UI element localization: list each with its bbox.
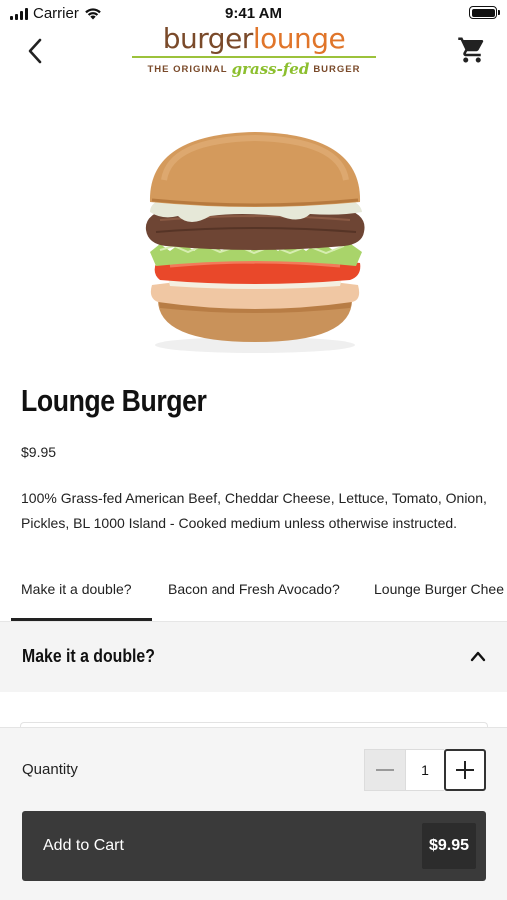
back-button[interactable] [20,34,50,68]
order-bar: Quantity 1 Add to Cart $9.95 [0,727,507,900]
logo-word-lounge: lounge [252,22,346,55]
battery-icon [469,6,500,19]
add-to-cart-button[interactable]: Add to Cart $9.95 [22,811,486,881]
product-description: 100% Grass-fed American Beef, Cheddar Ch… [21,490,487,531]
logo-tagline-accent: grass-fed [231,60,310,78]
tab-bacon-and-avocado[interactable]: Bacon and Fresh Avocado? [168,568,340,622]
logo-tagline-end: BURGER [313,63,361,75]
logo-tagline-start: THE ORIGINAL [147,63,228,75]
section-title: Make it a double? [22,646,155,666]
chevron-up-icon [470,651,486,662]
chevron-left-icon [28,38,42,64]
add-to-cart-label: Add to Cart [43,837,124,854]
logo-word-burger: burger [162,22,254,55]
product-image [145,132,365,353]
option-tabs: Make it a double? Bacon and Fresh Avocad… [0,568,507,622]
add-to-cart-price: $9.95 [422,823,476,869]
logo-wordmark: burgerlounge [132,24,376,54]
status-time: 9:41 AM [225,5,282,22]
brand-logo: burgerlounge THE ORIGINAL grass-fed BURG… [132,24,376,78]
plus-icon [456,761,474,779]
increase-quantity-button[interactable] [444,749,486,791]
cart-icon [458,37,484,63]
cart-button[interactable] [457,35,489,67]
decrease-quantity-button[interactable] [364,749,406,791]
logo-tagline: THE ORIGINAL grass-fed BURGER [132,56,376,78]
quantity-label: Quantity [22,761,78,778]
tab-make-it-a-double[interactable]: Make it a double? [11,568,151,622]
quantity-value: 1 [406,749,444,791]
section-header-make-it-a-double[interactable]: Make it a double? [0,622,507,692]
minus-icon [376,769,394,771]
tab-lounge-burger-cheese[interactable]: Lounge Burger Chee [374,568,504,622]
product-price: $9.95 [21,444,57,460]
product-title: Lounge Burger [21,383,207,418]
quantity-stepper: 1 [364,749,486,791]
app-header: burgerlounge THE ORIGINAL grass-fed BURG… [0,24,507,86]
